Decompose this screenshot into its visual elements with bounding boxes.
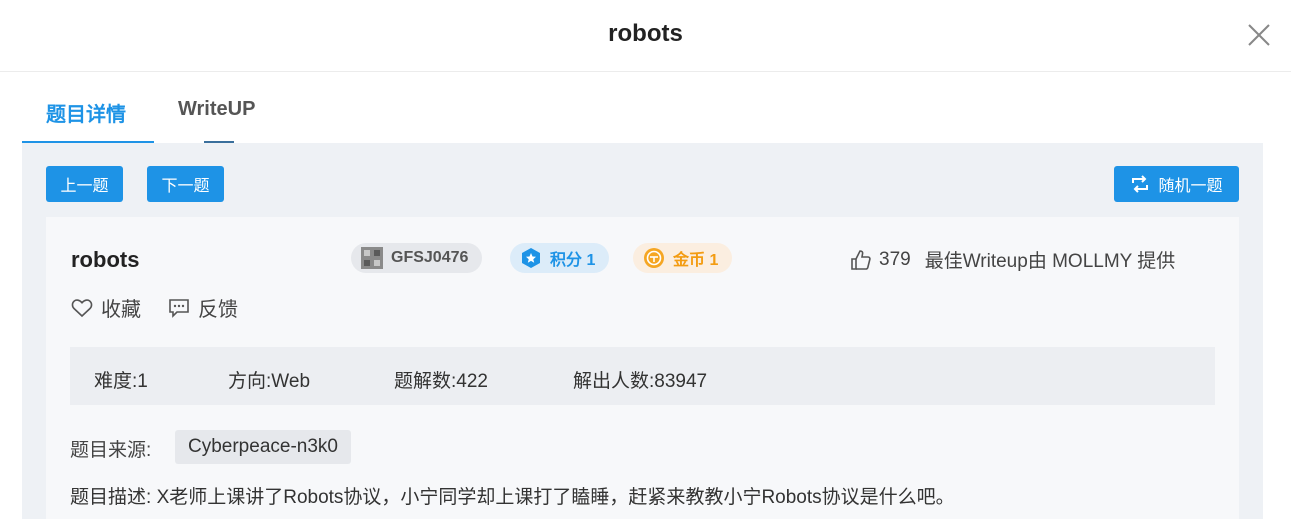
direction-value: Web bbox=[271, 371, 311, 392]
heart-icon bbox=[71, 298, 93, 317]
tab-writeup[interactable]: WriteUP bbox=[178, 98, 255, 121]
description-row: 题目描述: X老师上课讲了Robots协议，小宁同学却上课打了瞌睡，赶紧来教教小… bbox=[70, 482, 955, 509]
direction-label: 方向: bbox=[228, 371, 272, 392]
score-value: 积分 1 bbox=[550, 252, 596, 269]
score-badge: 积分 1 bbox=[510, 243, 610, 273]
score-icon bbox=[522, 248, 540, 268]
solutions-label: 题解数: bbox=[394, 371, 457, 392]
random-challenge-button[interactable]: 随机一题 bbox=[1114, 166, 1239, 202]
close-icon[interactable] bbox=[1246, 22, 1272, 48]
description-label: 题目描述: bbox=[70, 487, 152, 508]
favorite-button[interactable]: 收藏 bbox=[71, 293, 141, 322]
prev-challenge-button[interactable]: 上一题 bbox=[46, 166, 123, 202]
challenge-id: GFSJ0476 bbox=[391, 249, 469, 266]
feedback-icon bbox=[169, 298, 189, 318]
stat-solutions: 题解数:422 bbox=[394, 366, 488, 393]
coin-badge: 金币 1 bbox=[633, 243, 733, 273]
solvers-label: 解出人数: bbox=[573, 371, 655, 392]
source-tag[interactable]: Cyberpeace-n3k0 bbox=[175, 430, 351, 464]
dialog-header: robots bbox=[0, 0, 1291, 72]
tab-bar: 题目详情 WriteUP bbox=[22, 90, 422, 145]
favorite-label: 收藏 bbox=[101, 299, 141, 321]
challenge-stats: 难度:1 方向:Web 题解数:422 解出人数:83947 bbox=[70, 347, 1215, 405]
stat-difficulty: 难度:1 bbox=[94, 366, 148, 393]
likes-count: 379 bbox=[879, 248, 911, 270]
coin-value: 金币 1 bbox=[673, 252, 719, 269]
tab-challenge-details[interactable]: 题目详情 bbox=[46, 98, 126, 127]
stat-solvers: 解出人数:83947 bbox=[573, 366, 707, 393]
challenge-id-badge: GFSJ0476 bbox=[351, 243, 483, 273]
solvers-value: 83947 bbox=[654, 371, 708, 392]
description-text: X老师上课讲了Robots协议，小宁同学却上课打了瞌睡，赶紧来教教小宁Robot… bbox=[156, 487, 955, 508]
challenge-id-icon bbox=[361, 247, 383, 269]
shuffle-icon bbox=[1132, 175, 1149, 193]
source-label: 题目来源: bbox=[70, 440, 152, 461]
thumbs-up-icon[interactable] bbox=[850, 249, 872, 271]
difficulty-label: 难度: bbox=[94, 371, 138, 392]
solutions-value: 422 bbox=[456, 371, 488, 392]
feedback-label: 反馈 bbox=[198, 299, 238, 321]
challenge-name: robots bbox=[71, 247, 140, 272]
coin-icon bbox=[644, 248, 664, 268]
random-challenge-label: 随机一题 bbox=[1158, 178, 1223, 195]
difficulty-value: 1 bbox=[137, 371, 148, 392]
likes-section: 379 最佳Writeup由 MOLLMY 提供 bbox=[850, 246, 1175, 273]
feedback-button[interactable]: 反馈 bbox=[168, 293, 238, 322]
next-challenge-button[interactable]: 下一题 bbox=[147, 166, 224, 202]
best-writeup-credit: 最佳Writeup由 MOLLMY 提供 bbox=[924, 251, 1176, 272]
dialog-title: robots bbox=[608, 20, 683, 47]
challenge-card: robots GFSJ0476 积分 1 金币 1 379 最佳Writeup由… bbox=[46, 217, 1239, 519]
stat-direction: 方向:Web bbox=[228, 366, 310, 393]
challenge-panel: 上一题 下一题 随机一题 robots GFSJ0476 积分 1 金币 1 3… bbox=[22, 143, 1263, 519]
